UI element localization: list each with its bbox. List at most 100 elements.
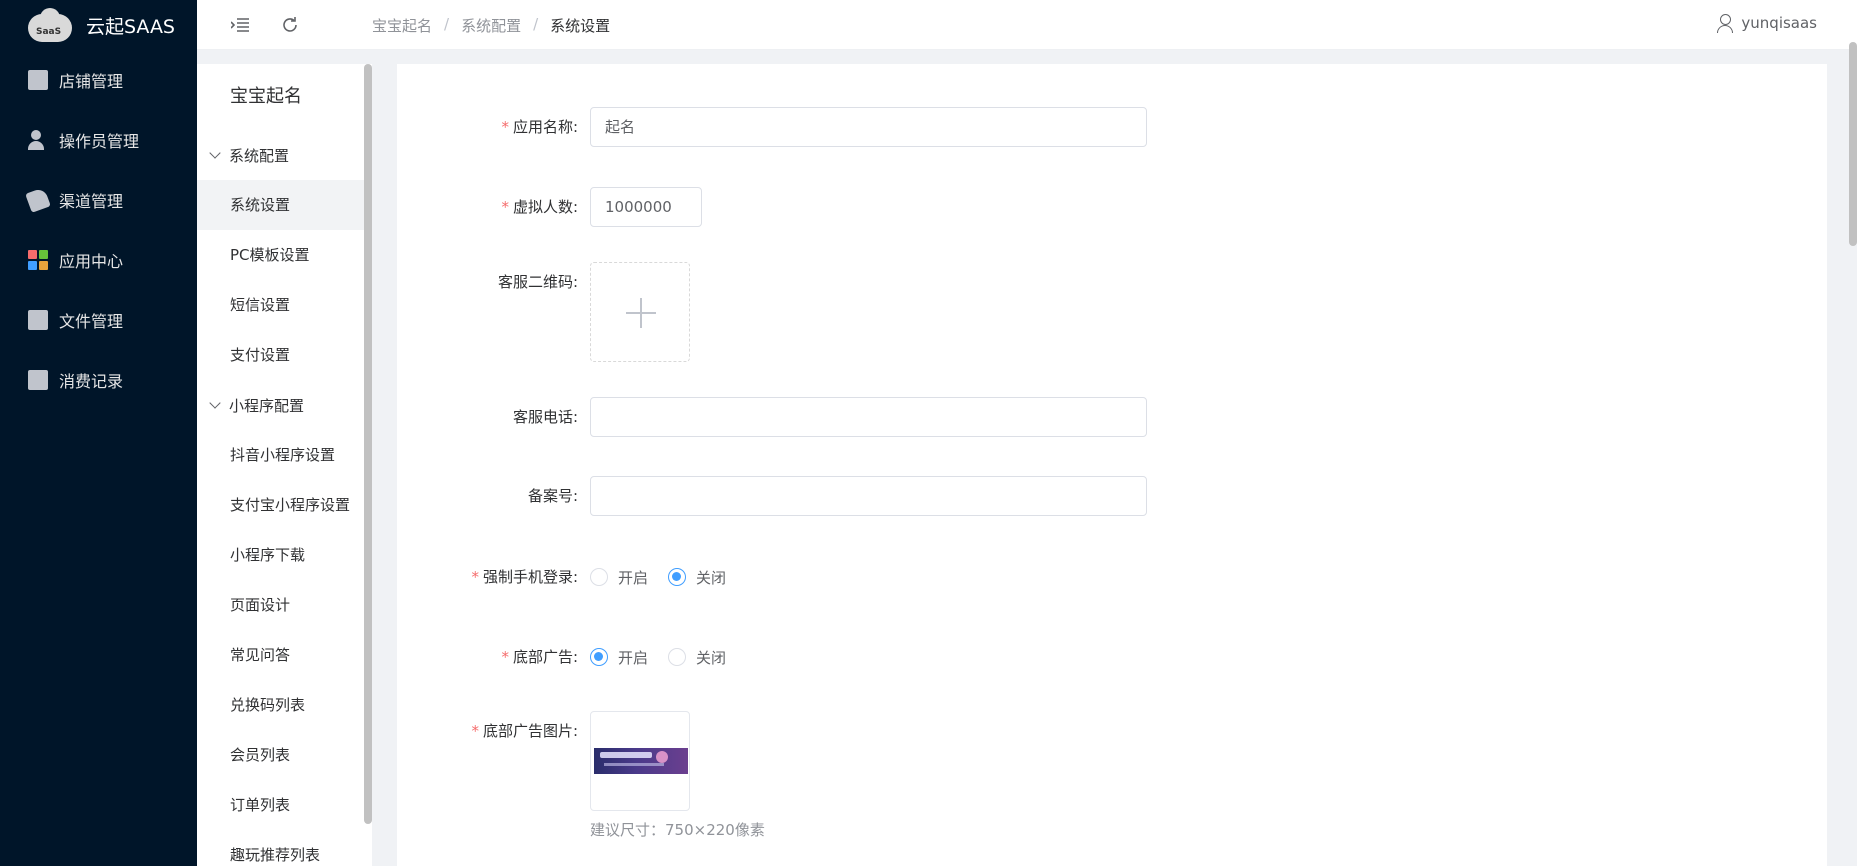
force-login-radio-group: 开启 关闭 xyxy=(590,567,746,587)
form-row-force-login: * 强制手机登录: 开启 关闭 xyxy=(397,567,746,587)
main-sidebar: SaaS 云起SAAS 店铺管理 操作员管理 渠道管理 应用中心 文件管理 消费… xyxy=(0,0,197,866)
nav-item-store[interactable]: 店铺管理 xyxy=(0,50,197,110)
label-text: 虚拟人数: xyxy=(512,198,578,216)
form-label: 客服二维码: xyxy=(497,273,578,291)
apps-icon xyxy=(28,250,48,270)
form-label: * 应用名称: xyxy=(397,107,590,147)
subnav-group-miniprogram[interactable]: 小程序配置 xyxy=(197,380,372,430)
subnav-group-system-config[interactable]: 系统配置 xyxy=(197,130,372,180)
sub-sidebar: 宝宝起名 系统配置 系统设置 PC模板设置 短信设置 支付设置 小程序配置 抖音… xyxy=(197,64,372,866)
subnav-item-page-design[interactable]: 页面设计 xyxy=(197,580,372,630)
image-size-hint: 建议尺寸：750×220像素 xyxy=(590,821,765,839)
bottom-ad-radio-group: 开启 关闭 xyxy=(590,647,746,667)
subnav-item-faq[interactable]: 常见问答 xyxy=(197,630,372,680)
nav-item-label: 渠道管理 xyxy=(59,192,124,211)
settings-form: * 应用名称: 起名 * 虚拟人数: 1000000 客服二维码: 客服电话: 备案… xyxy=(397,64,1827,866)
form-label: 备案号: xyxy=(527,487,578,505)
force-login-on-radio[interactable]: 开启 xyxy=(590,567,648,588)
app-name-input[interactable]: 起名 xyxy=(590,107,1147,147)
nav-item-operator[interactable]: 操作员管理 xyxy=(0,110,197,170)
form-label: 客服电话: xyxy=(512,408,578,426)
nav-item-apps[interactable]: 应用中心 xyxy=(0,230,197,290)
bottom-ad-image-field: 建议尺寸：750×220像素 xyxy=(590,711,765,840)
required-mark: * xyxy=(501,648,509,666)
form-row-icp: 备案号: xyxy=(397,476,1147,516)
subnav-item-douyin[interactable]: 抖音小程序设置 xyxy=(197,430,372,480)
subnav-item-payment[interactable]: 支付设置 xyxy=(197,330,372,380)
breadcrumb-separator: / xyxy=(444,15,450,33)
subnav-item-members[interactable]: 会员列表 xyxy=(197,730,372,780)
user-icon xyxy=(1717,14,1734,33)
refresh-icon[interactable] xyxy=(277,12,303,38)
collapse-menu-icon[interactable] xyxy=(228,12,254,38)
username: yunqisaas xyxy=(1741,14,1817,32)
required-mark: * xyxy=(471,722,479,740)
breadcrumb: 宝宝起名 / 系统配置 / 系统设置 xyxy=(372,15,610,36)
breadcrumb-item[interactable]: 宝宝起名 xyxy=(372,15,432,36)
subnav-item-system-settings[interactable]: 系统设置 xyxy=(197,180,372,230)
force-login-off-radio[interactable]: 关闭 xyxy=(668,567,726,588)
subnav-item-orders[interactable]: 订单列表 xyxy=(197,780,372,830)
file-icon xyxy=(28,310,48,330)
subnav-group-label: 小程序配置 xyxy=(229,396,305,415)
radio-label: 开启 xyxy=(618,648,649,667)
radio-label: 开启 xyxy=(618,568,649,587)
form-label: * 底部广告: xyxy=(397,647,590,667)
nav-item-files[interactable]: 文件管理 xyxy=(0,290,197,350)
subnav-title: 宝宝起名 xyxy=(230,86,302,107)
breadcrumb-current: 系统设置 xyxy=(550,17,611,35)
required-mark: * xyxy=(501,118,509,136)
subnav-scrollbar[interactable] xyxy=(364,64,372,824)
channel-icon xyxy=(25,187,51,213)
logo-text: SaaS xyxy=(36,27,62,37)
nav-item-channel[interactable]: 渠道管理 xyxy=(0,170,197,230)
user-menu[interactable]: yunqisaas xyxy=(1717,14,1817,33)
subnav-group-label: 系统配置 xyxy=(229,146,290,165)
nav-item-label: 文件管理 xyxy=(59,312,124,331)
icp-input[interactable] xyxy=(590,476,1147,516)
subnav-item-sms[interactable]: 短信设置 xyxy=(197,280,372,330)
label-text: 底部广告: xyxy=(512,648,578,666)
qrcode-upload[interactable] xyxy=(590,262,690,362)
radio-label: 关闭 xyxy=(696,568,727,587)
form-row-app-name: * 应用名称: 起名 xyxy=(397,107,1147,147)
form-row-bottom-ad: * 底部广告: 开启 关闭 xyxy=(397,647,746,667)
subnav-item-download[interactable]: 小程序下载 xyxy=(197,530,372,580)
store-icon xyxy=(28,70,48,90)
bottom-ad-off-radio[interactable]: 关闭 xyxy=(668,647,726,668)
bottom-ad-on-radio[interactable]: 开启 xyxy=(590,647,648,668)
form-row-virtual-count: * 虚拟人数: 1000000 xyxy=(397,187,702,227)
nav-item-label: 店铺管理 xyxy=(59,72,124,91)
chevron-down-icon xyxy=(209,146,221,159)
subnav-item-recommend[interactable]: 趣玩推荐列表 xyxy=(197,830,372,866)
cloud-logo-icon: SaaS xyxy=(28,8,72,42)
brand-name: 云起SAAS xyxy=(86,15,175,38)
subnav-item-alipay[interactable]: 支付宝小程序设置 xyxy=(197,480,372,530)
top-header: 宝宝起名 / 系统配置 / 系统设置 yunqisaas xyxy=(197,0,1857,50)
ad-banner-image xyxy=(594,748,688,774)
virtual-count-input[interactable]: 1000000 xyxy=(590,187,702,227)
record-icon xyxy=(28,370,48,390)
form-label: * 底部广告图片: xyxy=(397,711,590,751)
page-scrollbar[interactable] xyxy=(1849,42,1857,246)
chevron-down-icon xyxy=(209,396,221,409)
subnav-item-pc-template[interactable]: PC模板设置 xyxy=(197,230,372,280)
nav-item-label: 应用中心 xyxy=(59,252,124,271)
radio-label: 关闭 xyxy=(696,648,727,667)
form-row-qrcode: 客服二维码: xyxy=(397,262,690,362)
label-text: 强制手机登录: xyxy=(482,568,578,586)
nav-item-label: 操作员管理 xyxy=(59,132,140,151)
operator-icon xyxy=(28,130,48,150)
breadcrumb-item[interactable]: 系统配置 xyxy=(461,15,521,36)
bottom-ad-image-upload[interactable] xyxy=(590,711,690,811)
label-text: 底部广告图片: xyxy=(482,722,578,740)
subnav-item-codes[interactable]: 兑换码列表 xyxy=(197,680,372,730)
nav-item-label: 消费记录 xyxy=(59,372,124,391)
brand[interactable]: SaaS 云起SAAS xyxy=(0,0,197,50)
form-row-phone: 客服电话: xyxy=(397,397,1147,437)
phone-input[interactable] xyxy=(590,397,1147,437)
required-mark: * xyxy=(471,568,479,586)
nav-item-records[interactable]: 消费记录 xyxy=(0,350,197,410)
form-row-bottom-ad-image: * 底部广告图片: 建议尺寸：750×220像素 xyxy=(397,711,765,840)
form-label: * 强制手机登录: xyxy=(397,567,590,587)
